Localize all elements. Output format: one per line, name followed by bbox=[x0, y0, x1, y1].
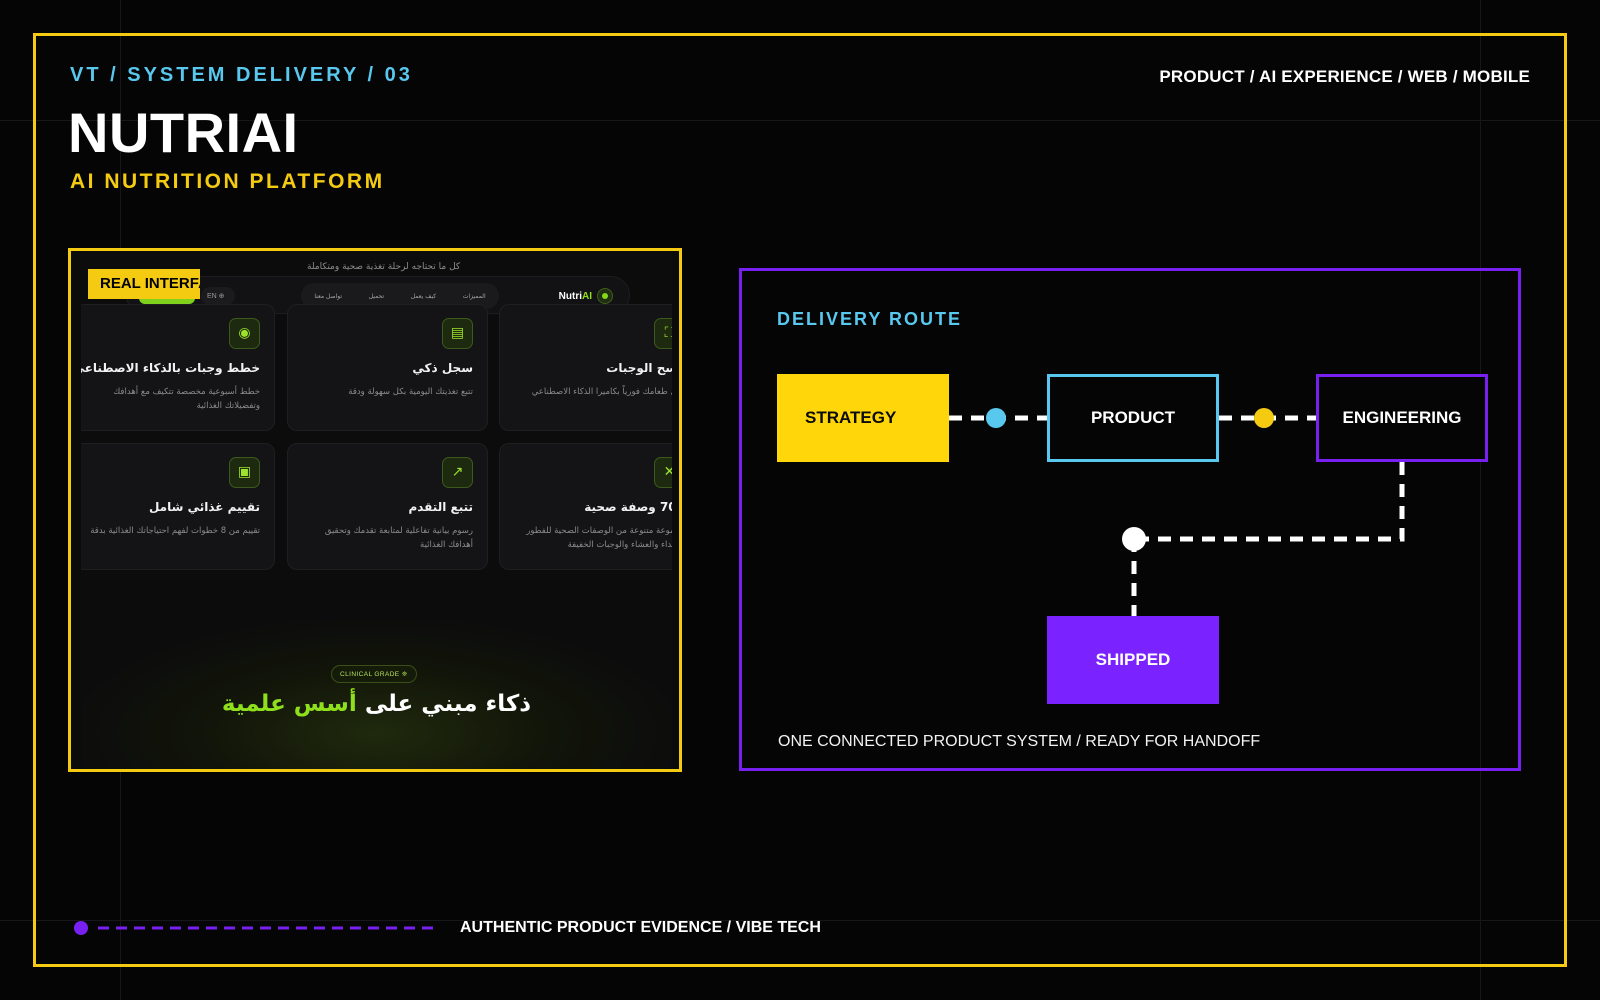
feature-card-desc: خطط أسبوعية مخصصة تتكيف مع أهدافك وتفضيل… bbox=[113, 387, 260, 411]
feature-card-title: 700 وصفة صحية bbox=[584, 500, 672, 514]
nav-link-features[interactable]: المميزات bbox=[463, 293, 486, 300]
hero-title: ذكاء مبني على أسس علمية bbox=[81, 691, 672, 717]
route-note: ONE CONNECTED PRODUCT SYSTEM / READY FOR… bbox=[778, 733, 1261, 750]
app-logo[interactable]: NutriAI bbox=[559, 288, 613, 304]
feature-card[interactable]: ◉ خطط وجبات بالذكاء الاصطناعي خطط أسبوعي… bbox=[81, 304, 275, 431]
page-subtitle: AI NUTRITION PLATFORM bbox=[70, 170, 385, 193]
feature-card[interactable]: ✕ 700 وصفة صحية مجموعة متنوعة من الوصفات… bbox=[499, 443, 672, 570]
clipboard-icon: ▣ bbox=[229, 457, 260, 488]
nav-link-download[interactable]: تحميل bbox=[369, 293, 384, 300]
feature-card-desc: تتبع تغذيتك اليومية بكل سهولة ودقة bbox=[348, 387, 473, 397]
node-shipped: SHIPPED bbox=[1047, 616, 1219, 704]
feature-card[interactable]: ⛶ مسح الوجبات حلل طعامك فورياً بكاميرا ا… bbox=[499, 304, 672, 431]
interface-screenshot: كل ما تحتاجه لرحلة تغذية صحية ومتكاملة E… bbox=[68, 248, 682, 772]
feature-card-desc: رسوم بيانية تفاعلية لمتابعة تقدمك وتحقيق… bbox=[324, 526, 473, 550]
hero-title-plain: ذكاء مبني على bbox=[356, 691, 532, 717]
route-dot-yellow bbox=[1254, 408, 1274, 428]
route-dot-white bbox=[1122, 527, 1146, 551]
brain-icon: ◉ bbox=[229, 318, 260, 349]
delivery-route-panel: DELIVERY ROUTE STRATEGY PRODUCT ENGINEER… bbox=[739, 268, 1521, 771]
footer-text: AUTHENTIC PRODUCT EVIDENCE / VIBE TECH bbox=[460, 919, 821, 936]
logo-icon bbox=[597, 288, 613, 304]
real-interface-tag: REAL INTERFACE bbox=[88, 269, 200, 299]
node-engineering: ENGINEERING bbox=[1316, 374, 1488, 462]
feature-card-title: تتبع التقدم bbox=[408, 500, 473, 514]
feature-card-title: خطط وجبات بالذكاء الاصطناعي bbox=[81, 361, 260, 375]
trend-up-icon: ↗ bbox=[442, 457, 473, 488]
route-dot-cyan bbox=[986, 408, 1006, 428]
nav-link-how-it-works[interactable]: كيف يعمل bbox=[411, 293, 436, 300]
route-title: DELIVERY ROUTE bbox=[777, 309, 963, 329]
hero-title-highlight: أسس علمية bbox=[221, 691, 357, 717]
category-tags: PRODUCT / AI EXPERIENCE / WEB / MOBILE bbox=[1159, 67, 1530, 86]
feature-card-title: تقييم غذائي شامل bbox=[148, 500, 260, 514]
page-title: NUTRIAI bbox=[68, 101, 299, 164]
node-strategy: STRATEGY bbox=[777, 374, 949, 462]
footer-dashed-line bbox=[74, 921, 435, 935]
feature-card-desc: مجموعة متنوعة من الوصفات الصحية للفطور و… bbox=[526, 526, 672, 550]
feature-card-title: مسح الوجبات bbox=[606, 361, 672, 375]
feature-card-title: سجل ذكي bbox=[412, 361, 473, 375]
feature-card-desc: تقييم من 8 خطوات لفهم احتياجاتك الغذائية… bbox=[90, 526, 260, 536]
feature-card-desc: حلل طعامك فورياً بكاميرا الذكاء الاصطناع… bbox=[531, 387, 672, 397]
logo-text-suffix: AI bbox=[582, 290, 592, 302]
clinical-grade-badge: CLINICAL GRADE ❊ bbox=[331, 665, 417, 683]
connector-engineering-junction bbox=[1134, 462, 1405, 542]
logo-text-prefix: Nutri bbox=[558, 290, 582, 302]
feature-card[interactable]: ▣ تقييم غذائي شامل تقييم من 8 خطوات لفهم… bbox=[81, 443, 275, 570]
app-top-text: كل ما تحتاجه لرحلة تغذية صحية ومتكاملة bbox=[307, 262, 461, 272]
scan-icon: ⛶ bbox=[654, 318, 672, 349]
eyebrow-label: VT / SYSTEM DELIVERY / 03 bbox=[70, 64, 413, 86]
language-switch[interactable]: EN ⊕ bbox=[201, 287, 235, 305]
app-preview: كل ما تحتاجه لرحلة تغذية صحية ومتكاملة E… bbox=[81, 251, 672, 769]
feature-card[interactable]: ↗ تتبع التقدم رسوم بيانية تفاعلية لمتابع… bbox=[287, 443, 488, 570]
node-product: PRODUCT bbox=[1047, 374, 1219, 462]
nav-link-contact[interactable]: تواصل معنا bbox=[314, 293, 342, 300]
document-icon: ▤ bbox=[442, 318, 473, 349]
feature-card[interactable]: ▤ سجل ذكي تتبع تغذيتك اليومية بكل سهولة … bbox=[287, 304, 488, 431]
utensils-icon: ✕ bbox=[654, 457, 672, 488]
